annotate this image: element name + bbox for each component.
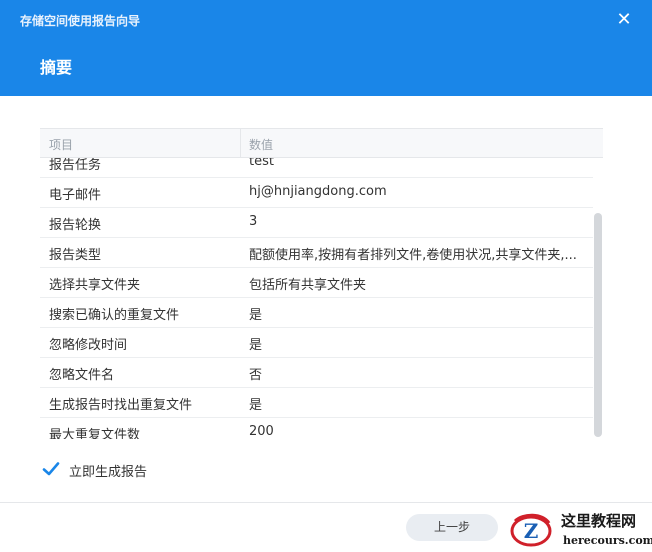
table-body: 报告任务 test 电子邮件 hj@hnjiangdong.com 报告轮换 3 报告… (40, 148, 593, 439)
wizard-title: 存储空间使用报告向导 (20, 14, 141, 28)
watermark-title: 这里教程网 (561, 512, 637, 530)
column-header-item[interactable]: 项目 (49, 136, 73, 153)
wizard-dialog: 存储空间使用报告向导 ✕ 摘要 项目 数值 报告任务 test 电子邮件 hj@hn… (0, 0, 652, 552)
vertical-scrollbar[interactable] (594, 213, 602, 437)
row-key: 报告类型 (49, 248, 102, 263)
close-button[interactable]: ✕ (614, 10, 634, 30)
table-row[interactable]: 电子邮件 hj@hnjiangdong.com (40, 178, 593, 208)
row-value: 200 (249, 424, 274, 439)
summary-table: 项目 数值 报告任务 test 电子邮件 hj@hnjiangdong.com 报告… (40, 128, 603, 439)
table-row[interactable]: 报告轮换 3 (40, 208, 593, 238)
watermark-logo-icon: Z (510, 513, 552, 547)
watermark: Z 这里教程网 herecours.com (505, 508, 652, 552)
table-row[interactable]: 生成报告时找出重复文件 是 (40, 388, 593, 418)
generate-now-label: 立即生成报告 (69, 465, 148, 480)
column-header-value[interactable]: 数值 (249, 136, 273, 153)
table-row[interactable]: 最大重复文件数 200 (40, 418, 593, 439)
row-value: 配额使用率,按拥有者排列文件,卷使用状况,共享文件夹,... (249, 248, 577, 263)
row-value: 是 (249, 338, 263, 353)
watermark-url: herecours.com (563, 534, 652, 547)
table-row[interactable]: 忽略文件名 否 (40, 358, 593, 388)
row-key: 最大重复文件数 (49, 428, 141, 439)
previous-button[interactable]: 上一步 (406, 514, 498, 541)
row-value: 3 (249, 214, 258, 229)
row-key: 生成报告时找出重复文件 (49, 398, 193, 413)
row-key: 搜索已确认的重复文件 (49, 308, 180, 323)
row-key: 电子邮件 (49, 188, 102, 203)
dialog-header: 存储空间使用报告向导 ✕ 摘要 (0, 0, 652, 96)
step-title: 摘要 (40, 58, 73, 77)
row-value: 包括所有共享文件夹 (249, 278, 367, 293)
scrollbar-thumb[interactable] (594, 213, 602, 437)
table-row[interactable]: 搜索已确认的重复文件 是 (40, 298, 593, 328)
row-key: 报告轮换 (49, 218, 102, 233)
row-key: 忽略文件名 (49, 368, 115, 383)
table-row[interactable]: 报告类型 配额使用率,按拥有者排列文件,卷使用状况,共享文件夹,... (40, 238, 593, 268)
table-header: 项目 数值 (40, 129, 603, 158)
table-row[interactable]: 选择共享文件夹 包括所有共享文件夹 (40, 268, 593, 298)
row-value: 否 (249, 368, 263, 383)
checkmark-icon[interactable] (42, 460, 60, 478)
column-divider[interactable] (240, 129, 241, 157)
row-key: 忽略修改时间 (49, 338, 128, 353)
row-value: 是 (249, 398, 263, 413)
table-row[interactable]: 忽略修改时间 是 (40, 328, 593, 358)
row-value: 是 (249, 308, 263, 323)
svg-text:Z: Z (524, 519, 539, 543)
close-icon: ✕ (616, 9, 632, 30)
row-key: 选择共享文件夹 (49, 278, 141, 293)
row-value: hj@hnjiangdong.com (249, 184, 387, 199)
footer-divider (0, 502, 652, 503)
